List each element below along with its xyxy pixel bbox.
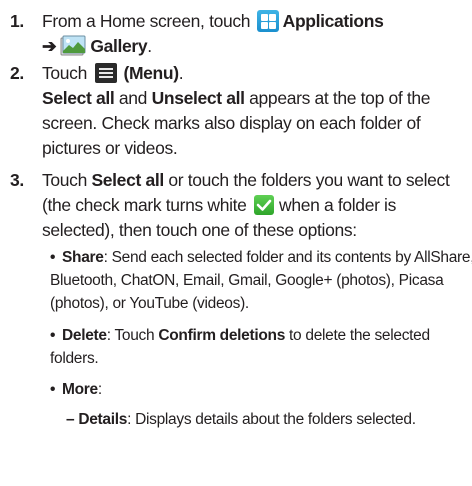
step-text: From a Home screen, touch <box>42 11 251 31</box>
step-text: Touch <box>42 170 87 190</box>
step-number: 2. <box>10 63 24 83</box>
sub-option-details: – Details: Displays details about the fo… <box>66 408 466 431</box>
sub-option-label: Details <box>78 411 128 428</box>
step-text: . <box>147 36 152 56</box>
dash-icon: – <box>66 411 75 428</box>
step-line: pictures or videos. <box>42 138 178 158</box>
check-mark-icon <box>254 195 275 215</box>
option-line: Bluetooth, ChatON, Email, Gmail, Google+… <box>50 272 444 289</box>
option-text: Delete: Touch Confirm deletions to delet… <box>50 324 467 370</box>
step-text: and <box>118 88 148 108</box>
step-line: From a Home screen, touch Applications <box>42 9 467 34</box>
bullet-icon: • <box>50 381 56 398</box>
menu-icon <box>95 63 118 83</box>
option-text: More: <box>62 378 467 401</box>
option-description: to delete the selected <box>289 327 430 344</box>
option-label: More <box>62 381 98 398</box>
option-label: Delete <box>62 327 107 344</box>
option-line: Share: Send each selected folder and its… <box>62 246 472 269</box>
menu-label: (Menu) <box>123 63 179 83</box>
unselect-all-text: Unselect all <box>151 88 245 108</box>
option-description: : Touch <box>106 327 155 344</box>
step-number: 3. <box>10 170 24 190</box>
step-line: selected), then touch one of these optio… <box>42 220 357 240</box>
instructions-page: 1. From a Home screen, touch Application… <box>0 0 472 486</box>
step-line: screen. Check marks also display on each… <box>42 113 421 133</box>
step-text: appears at the top of the <box>249 88 431 108</box>
step-text: Touch <box>42 63 87 83</box>
step-text: or touch the folders you want to select <box>168 170 450 190</box>
step-text: . <box>178 63 184 83</box>
confirm-deletions-text: Confirm deletions <box>158 327 286 344</box>
step-line: Select all and Unselect all appears at t… <box>42 86 467 111</box>
option-label: Share <box>62 249 104 266</box>
option-text: Share: Send each selected folder and its… <box>50 246 472 315</box>
step-line: ➔ Gallery. <box>42 34 467 59</box>
step-line: Touch (Menu). <box>42 61 467 86</box>
option-line: More: <box>62 378 467 401</box>
option-line: (photos), or YouTube (videos). <box>50 295 249 312</box>
step-body: From a Home screen, touch Applications ➔… <box>42 9 467 59</box>
gallery-label: Gallery <box>90 36 148 56</box>
applications-label: Applications <box>282 11 384 31</box>
applications-grid-icon <box>256 10 279 32</box>
step-line: (the check mark turns white when a folde… <box>42 193 467 218</box>
option-description: : Send each selected folder and its cont… <box>103 249 472 266</box>
step-number: 1. <box>10 11 24 31</box>
bullet-icon: • <box>50 249 56 266</box>
step-text: (the check mark turns white <box>42 195 247 215</box>
option-line: folders. <box>50 350 99 367</box>
gallery-icon <box>60 35 86 57</box>
step-body: Touch (Menu). Select all and Unselect al… <box>42 61 467 161</box>
option-line: Delete: Touch Confirm deletions to delet… <box>62 324 467 347</box>
sub-option-description: : Displays details about the folders sel… <box>127 411 416 428</box>
arrow-icon: ➔ <box>42 36 57 56</box>
option-description: : <box>97 381 102 398</box>
step-line: Touch Select all or touch the folders yo… <box>42 168 467 193</box>
bullet-icon: • <box>50 327 56 344</box>
select-all-text: Select all <box>91 170 164 190</box>
select-all-text: Select all <box>42 88 115 108</box>
step-body: Touch Select all or touch the folders yo… <box>42 168 467 243</box>
step-text: when a folder is <box>279 195 396 215</box>
